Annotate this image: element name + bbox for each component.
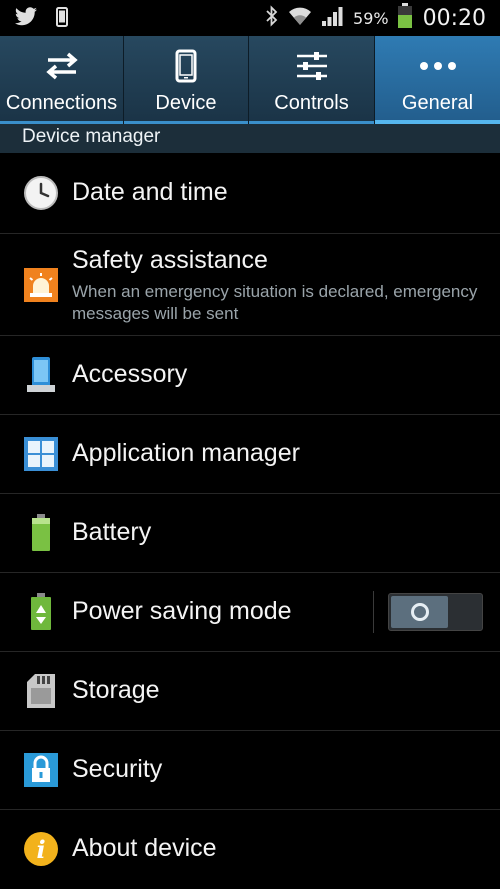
item-title: Accessory bbox=[72, 360, 188, 388]
clock-time: 00:20 bbox=[422, 5, 486, 31]
sliders-icon bbox=[294, 48, 330, 84]
list-item-date-and-time[interactable]: Date and time bbox=[0, 153, 500, 234]
battery-percent: 59% bbox=[353, 8, 389, 28]
list-item-battery[interactable]: Battery bbox=[0, 494, 500, 573]
status-bar: 59% 00:20 bbox=[0, 0, 500, 36]
list-item-application-manager[interactable]: Application manager bbox=[0, 415, 500, 494]
tab-controls[interactable]: Controls bbox=[249, 36, 375, 124]
accessory-icon bbox=[22, 356, 60, 394]
list-item-storage[interactable]: Storage bbox=[0, 652, 500, 731]
settings-tabs: Connections Device Controls General bbox=[0, 36, 500, 124]
power-saving-toggle[interactable] bbox=[388, 593, 483, 631]
power-saving-icon bbox=[22, 593, 60, 631]
more-dots-icon bbox=[418, 48, 458, 84]
item-title: Safety assistance bbox=[72, 246, 268, 274]
clock-icon bbox=[22, 174, 60, 212]
list-item-power-saving-mode[interactable]: Power saving mode bbox=[0, 573, 500, 652]
item-title: Storage bbox=[72, 676, 160, 704]
phone-icon bbox=[175, 48, 197, 84]
battery-icon bbox=[397, 3, 413, 33]
battery-green-icon bbox=[22, 514, 60, 552]
section-header-label: Device manager bbox=[22, 126, 161, 147]
list-item-security[interactable]: Security bbox=[0, 731, 500, 810]
item-title: Power saving mode bbox=[72, 597, 292, 625]
sd-card-icon bbox=[22, 672, 60, 710]
tab-label: Device bbox=[155, 92, 217, 114]
app-grid-icon bbox=[22, 435, 60, 473]
item-title: Date and time bbox=[72, 178, 228, 206]
wifi-icon bbox=[287, 5, 313, 31]
emergency-light-icon bbox=[22, 266, 60, 304]
bluetooth-icon bbox=[265, 5, 279, 31]
tab-label: Connections bbox=[5, 92, 118, 114]
tab-label: Controls bbox=[274, 92, 349, 114]
item-title: Security bbox=[72, 755, 163, 783]
tab-general[interactable]: General bbox=[375, 36, 500, 124]
tab-connections[interactable]: Connections bbox=[0, 36, 124, 124]
item-subtitle: When an emergency situation is declared,… bbox=[72, 282, 478, 323]
list-item-safety-assistance[interactable]: Safety assistance When an emergency situ… bbox=[0, 234, 500, 336]
item-title: About device bbox=[72, 834, 217, 862]
tab-label: General bbox=[401, 92, 474, 114]
item-title: Battery bbox=[72, 518, 152, 546]
info-icon: i bbox=[22, 830, 60, 868]
lock-icon bbox=[22, 751, 60, 789]
twitter-icon bbox=[14, 7, 38, 31]
signal-icon bbox=[321, 5, 345, 31]
svg-text:i: i bbox=[36, 835, 45, 864]
section-header: Device manager bbox=[0, 124, 500, 153]
settings-list: Date and time Safety assistance When an … bbox=[0, 153, 500, 889]
list-item-accessory[interactable]: Accessory bbox=[0, 336, 500, 415]
toggle-knob bbox=[391, 596, 448, 628]
toggle-divider bbox=[373, 591, 374, 633]
swap-arrows-icon bbox=[44, 48, 80, 84]
list-item-about-device[interactable]: i About device bbox=[0, 810, 500, 889]
item-title: Application manager bbox=[72, 439, 300, 467]
tab-device[interactable]: Device bbox=[124, 36, 249, 124]
phone-notification-icon bbox=[56, 7, 68, 31]
